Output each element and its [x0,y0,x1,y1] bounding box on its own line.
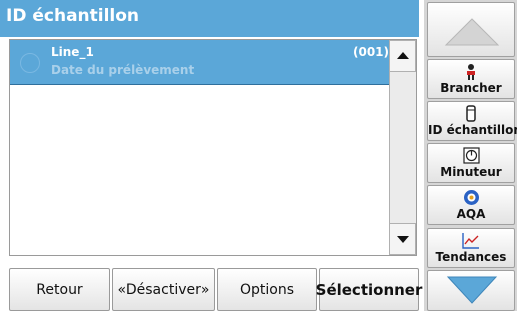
sidebar-item-minuteur[interactable]: Minuteur [427,143,515,183]
sidebar-item-tendances[interactable]: Tendances [427,228,515,268]
scroll-up-button[interactable] [389,40,416,72]
sidebar-item-label: Brancher [440,81,502,95]
options-button[interactable]: Options [217,268,317,311]
back-button[interactable]: Retour [9,268,110,311]
radio-button[interactable] [20,53,40,73]
sidebar-item-aqa[interactable]: AQA [427,185,515,225]
select-button[interactable]: Sélectionner [316,268,422,311]
timer-icon [462,147,480,164]
deactivate-button[interactable]: «Désactiver» [112,268,215,311]
scroll-page-up-button[interactable] [427,2,515,57]
user-icon [467,64,475,80]
sidebar-item-label: ID échantillon [428,123,517,137]
list-item-subtitle: Date du prélèvement [51,63,195,77]
sample-vial-icon [466,105,476,122]
arrow-up-icon [396,52,409,59]
arrow-down-icon [396,236,409,243]
aqa-icon [463,190,479,205]
sidebar-item-brancher[interactable]: Brancher [427,59,515,99]
sidebar-item-id-echantillon[interactable]: ID échantillon [427,101,517,141]
sidebar-item-label: Minuteur [440,165,502,179]
chevron-up-icon [444,18,500,46]
page-title: ID échantillon [6,6,140,26]
list-item-index: (001) [353,45,390,59]
sidebar-item-label: Tendances [435,250,507,264]
trend-chart-icon [462,233,479,249]
chevron-down-icon [446,276,498,304]
list-item-name: Line_1 [51,45,94,59]
sidebar-item-label: AQA [456,207,486,221]
scroll-page-down-button[interactable] [427,270,515,311]
scroll-down-button[interactable] [389,223,416,255]
